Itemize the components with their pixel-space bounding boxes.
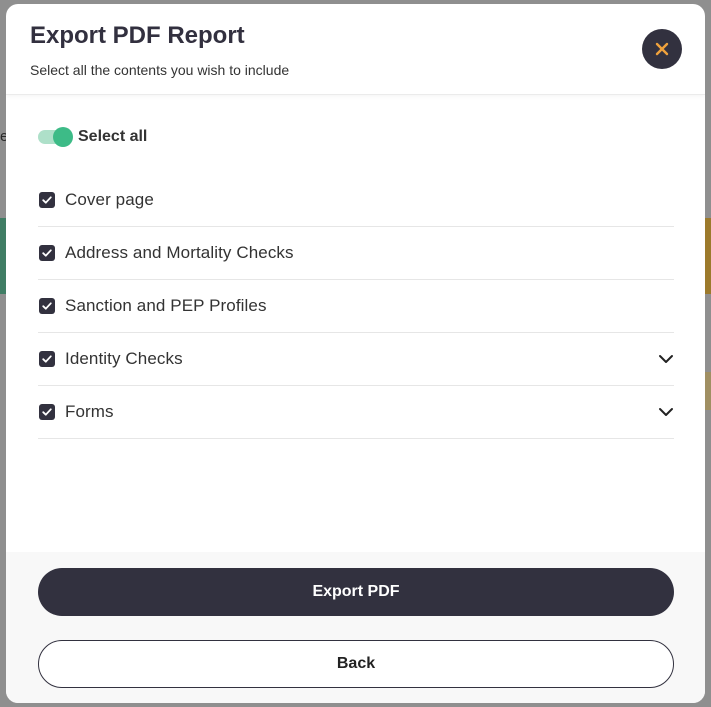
check-icon: [42, 355, 52, 363]
check-icon: [42, 249, 52, 257]
list-item-identity-checks[interactable]: Identity Checks: [38, 333, 674, 386]
select-all-label: Select all: [78, 128, 148, 145]
checkbox-checked[interactable]: [39, 192, 55, 208]
list-item-cover-page[interactable]: Cover page: [38, 174, 674, 227]
modal-title: Export PDF Report: [30, 22, 245, 49]
modal-subtitle: Select all the contents you wish to incl…: [30, 62, 290, 78]
close-button[interactable]: [642, 29, 682, 69]
toggle-switch[interactable]: [38, 127, 74, 147]
checkbox-checked[interactable]: [39, 245, 55, 261]
checkbox-checked[interactable]: [39, 404, 55, 420]
modal-footer: Export PDF Back: [6, 552, 705, 703]
background-orange-strip: [705, 372, 711, 410]
close-icon: [655, 42, 669, 56]
content-options-list: Cover page Address and Mortality Checks …: [38, 174, 674, 439]
modal-header: Export PDF Report Select all the content…: [6, 4, 705, 95]
background-orange-block: [705, 218, 711, 294]
list-item-sanction-pep[interactable]: Sanction and PEP Profiles: [38, 280, 674, 333]
export-pdf-button[interactable]: Export PDF: [38, 568, 674, 616]
back-button[interactable]: Back: [38, 640, 674, 688]
item-label: Sanction and PEP Profiles: [65, 296, 267, 315]
chevron-down-icon[interactable]: [658, 351, 674, 367]
chevron-down-icon[interactable]: [658, 404, 674, 420]
item-label: Forms: [65, 402, 114, 421]
list-item-forms[interactable]: Forms: [38, 386, 674, 439]
list-item-address-mortality[interactable]: Address and Mortality Checks: [38, 227, 674, 280]
check-icon: [42, 302, 52, 310]
item-label: Address and Mortality Checks: [65, 243, 294, 262]
item-label: Cover page: [65, 190, 154, 209]
checkbox-checked[interactable]: [39, 351, 55, 367]
export-pdf-modal: Export PDF Report Select all the content…: [6, 4, 705, 703]
toggle-knob: [53, 127, 73, 147]
item-label: Identity Checks: [65, 349, 183, 368]
check-icon: [42, 408, 52, 416]
select-all-toggle[interactable]: Select all: [38, 126, 147, 148]
checkbox-checked[interactable]: [39, 298, 55, 314]
check-icon: [42, 196, 52, 204]
